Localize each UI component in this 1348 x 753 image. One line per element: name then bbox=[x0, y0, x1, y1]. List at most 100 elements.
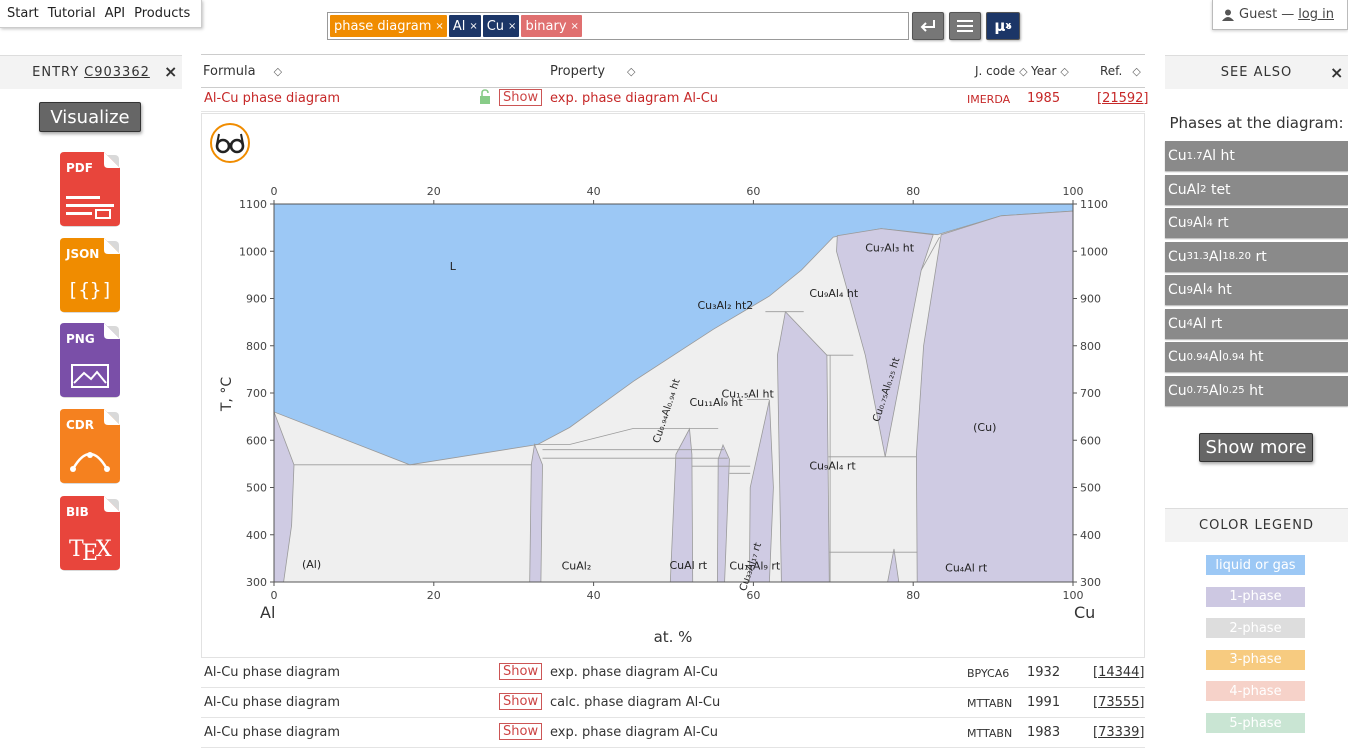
entry-close-icon[interactable]: × bbox=[164, 62, 177, 81]
tag-label: Al bbox=[452, 18, 466, 34]
png-icon: PNG bbox=[60, 323, 120, 398]
mux-button[interactable]: μxo bbox=[986, 12, 1020, 40]
visualize-button[interactable]: Visualize bbox=[39, 102, 141, 132]
phase-diagram-chart[interactable]: 002020404060608080100100300 300400 400500 5… bbox=[202, 114, 1144, 657]
nav-tutorial[interactable]: Tutorial bbox=[48, 6, 96, 21]
search-submit-button[interactable] bbox=[912, 12, 944, 40]
user-box: Guest — log in bbox=[1212, 0, 1348, 30]
download-png[interactable]: PNG bbox=[60, 323, 120, 399]
region-label: Cu₃Al₂ ht2 bbox=[697, 299, 753, 312]
mux-degree-icon: o bbox=[1006, 21, 1012, 31]
row-formula[interactable]: Al-Cu phase diagram bbox=[204, 91, 340, 106]
y-tick-label: 800 bbox=[246, 340, 267, 353]
tag-remove-icon[interactable]: × bbox=[571, 21, 579, 32]
x-tick-label-top: 60 bbox=[746, 185, 760, 198]
row-formula[interactable]: Al-Cu phase diagram bbox=[204, 665, 340, 680]
login-link[interactable]: log in bbox=[1298, 7, 1334, 22]
header-year[interactable]: Year ◇ bbox=[1031, 64, 1069, 78]
phase-region-cual2[interactable] bbox=[529, 442, 543, 583]
download-pdf[interactable]: PDF bbox=[60, 152, 120, 228]
phase-el2: Al bbox=[1193, 315, 1207, 332]
row-formula[interactable]: Al-Cu phase diagram bbox=[204, 725, 340, 740]
header-jcode-label: J. code bbox=[975, 64, 1016, 78]
region-label: CuAl rt bbox=[670, 559, 708, 572]
phase-item[interactable]: Cu 4 Al rt bbox=[1165, 308, 1348, 339]
y-tick-label-right: 600 bbox=[1080, 434, 1101, 447]
glasses-icon[interactable] bbox=[210, 123, 250, 163]
nav-api[interactable]: API bbox=[105, 6, 126, 21]
phase-item[interactable]: CuAl 2 tet bbox=[1165, 174, 1348, 205]
show-button[interactable]: Show bbox=[499, 89, 543, 106]
phase-el1: Cu bbox=[1168, 349, 1187, 365]
sort-icon[interactable]: ◇ bbox=[274, 65, 282, 78]
phase-item[interactable]: Cu 0.94 Al 0.94 ht bbox=[1165, 342, 1348, 372]
download-bib[interactable]: BIB T E X bbox=[60, 496, 120, 572]
header-jcode[interactable]: J. code ◇ bbox=[975, 64, 1028, 78]
phase-el1: Cu bbox=[1168, 282, 1187, 298]
json-icon-label: JSON bbox=[65, 247, 99, 261]
y-tick-label: 300 bbox=[246, 576, 267, 589]
row-jcode: IMERDA bbox=[967, 93, 1011, 106]
row-ref[interactable]: [73339] bbox=[1093, 725, 1145, 740]
row-ref[interactable]: [73555] bbox=[1093, 695, 1145, 710]
phase-item[interactable]: Cu 9 Al 4 rt bbox=[1165, 208, 1348, 238]
show-button[interactable]: Show bbox=[499, 693, 543, 710]
menu-button[interactable] bbox=[949, 12, 981, 40]
sort-icon[interactable]: ◇ bbox=[627, 65, 635, 78]
table-row[interactable]: Al-Cu phase diagram Show calc. phase dia… bbox=[201, 688, 1145, 718]
x-tick-label-top: 100 bbox=[1063, 185, 1084, 198]
legend-item: 2-phase bbox=[1206, 618, 1305, 639]
header-ref[interactable]: Ref. ◇ bbox=[1100, 64, 1141, 78]
table-row[interactable]: Al-Cu phase diagram Show exp. phase diag… bbox=[201, 658, 1145, 688]
search-tag-phase-diagram[interactable]: phase diagram × bbox=[330, 15, 447, 37]
row-ref[interactable]: [14344] bbox=[1093, 665, 1145, 680]
row-ref[interactable]: [21592] bbox=[1097, 91, 1149, 106]
y-tick-label-right: 1000 bbox=[1080, 245, 1108, 258]
show-button[interactable]: Show bbox=[499, 723, 543, 740]
phase-el1: CuAl bbox=[1168, 181, 1201, 198]
phase-item[interactable]: Cu 31.3 Al 18.20 rt bbox=[1165, 241, 1348, 272]
tag-remove-icon[interactable]: × bbox=[435, 21, 443, 32]
search-tag-cu[interactable]: Cu × bbox=[482, 15, 520, 37]
phase-el2: Al bbox=[1193, 282, 1207, 298]
search-bar[interactable]: phase diagram × Al × Cu × binary × bbox=[327, 12, 909, 40]
download-cdr[interactable]: CDR bbox=[60, 409, 120, 485]
phase-suffix: ht bbox=[1244, 349, 1264, 365]
y-axis-label: T, °C bbox=[219, 377, 235, 412]
phase-region-cu9al4[interactable] bbox=[776, 310, 830, 583]
search-tag-al[interactable]: Al × bbox=[448, 15, 481, 37]
row-formula[interactable]: Al-Cu phase diagram bbox=[204, 695, 340, 710]
sort-icon[interactable]: ◇ bbox=[1132, 65, 1140, 78]
show-button[interactable]: Show bbox=[499, 663, 543, 680]
phase-el2: Al bbox=[1208, 349, 1223, 365]
tag-remove-icon[interactable]: × bbox=[469, 21, 477, 32]
phase-suffix: rt bbox=[1206, 315, 1223, 332]
phase-item[interactable]: Cu 1.7 Al ht bbox=[1165, 141, 1348, 171]
tag-label: phase diagram bbox=[334, 18, 432, 34]
row-property: exp. phase diagram Al-Cu bbox=[550, 91, 719, 106]
tag-remove-icon[interactable]: × bbox=[508, 21, 516, 32]
pdf-icon: PDF bbox=[60, 152, 120, 227]
phase-suffix: rt bbox=[1212, 215, 1229, 231]
table-row[interactable]: Al-Cu phase diagram Show exp. phase diag… bbox=[201, 718, 1145, 748]
entry-header: ENTRY C903362 bbox=[0, 55, 182, 89]
phase-sub2: 18.20 bbox=[1222, 251, 1252, 262]
sort-icon[interactable]: ◇ bbox=[1019, 65, 1027, 78]
y-tick-label-right: 400 bbox=[1080, 529, 1101, 542]
nav-start[interactable]: Start bbox=[7, 6, 39, 21]
table-row[interactable]: Al-Cu phase diagram Show exp. phase diag… bbox=[201, 84, 1149, 112]
phase-region-cu[interactable] bbox=[915, 210, 1074, 583]
see-also-close-icon[interactable]: × bbox=[1330, 63, 1343, 82]
y-tick-label-right: 1100 bbox=[1080, 198, 1108, 211]
entry-code[interactable]: C903362 bbox=[84, 65, 150, 80]
download-json[interactable]: JSON [{}] bbox=[60, 238, 120, 314]
header-formula[interactable]: Formula ◇ bbox=[203, 64, 282, 79]
phase-item[interactable]: Cu 9 Al 4 ht bbox=[1165, 275, 1348, 305]
y-tick-label: 700 bbox=[246, 387, 267, 400]
phase-item[interactable]: Cu 0.75 Al 0.25 ht bbox=[1165, 375, 1348, 406]
header-property[interactable]: Property ◇ bbox=[550, 64, 635, 79]
search-tag-binary[interactable]: binary × bbox=[521, 15, 582, 37]
nav-products[interactable]: Products bbox=[134, 6, 190, 21]
sort-icon[interactable]: ◇ bbox=[1060, 65, 1068, 78]
show-more-button[interactable]: Show more bbox=[1199, 433, 1313, 462]
